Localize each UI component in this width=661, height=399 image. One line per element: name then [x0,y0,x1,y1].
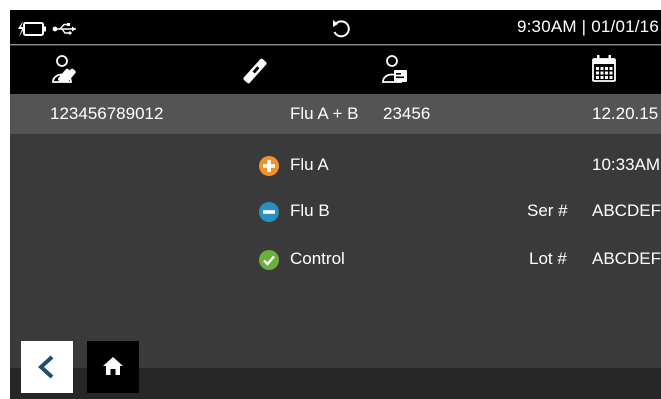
lot-value: ABCDEF [592,249,661,268]
serial-label: Ser # [527,201,568,220]
valid-check-icon [259,250,279,270]
test-time-value: 10:33AM [592,155,661,174]
result-label: Flu A [290,155,329,174]
rotate-icon[interactable] [330,18,352,40]
home-button[interactable] [87,341,139,393]
usb-icon [52,23,76,35]
operator-id-icon [52,55,76,83]
test-date-value: 12.20.15 [592,104,659,123]
serial-value: ABCDEF [592,201,661,220]
positive-plus-icon [259,156,279,176]
back-button[interactable] [21,341,73,393]
test-name-value: Flu A + B [290,104,359,123]
chevron-left-icon [38,355,54,379]
result-label: Control [290,249,345,268]
column-header-bar [10,46,661,94]
status-bar: 9:30AM | 01/01/16 [10,10,661,45]
device-screen: 9:30AM | 01/01/16 123456789012 Flu A + B… [10,10,661,399]
test-id-value: 23456 [383,104,431,123]
patient-id-icon [382,55,407,83]
calendar-icon [592,55,616,82]
battery-charging-icon [18,21,46,37]
test-strip-icon [243,58,267,84]
lot-label: Lot # [529,249,567,268]
time-date-display: 9:30AM | 01/01/16 [516,17,659,36]
patient-id-value: 123456789012 [50,104,164,123]
negative-minus-icon [259,202,279,222]
home-icon [103,357,123,375]
status-divider [10,44,661,45]
result-record-row[interactable]: 123456789012 Flu A + B 23456 12.20.15 [10,94,661,134]
result-label: Flu B [290,201,330,220]
